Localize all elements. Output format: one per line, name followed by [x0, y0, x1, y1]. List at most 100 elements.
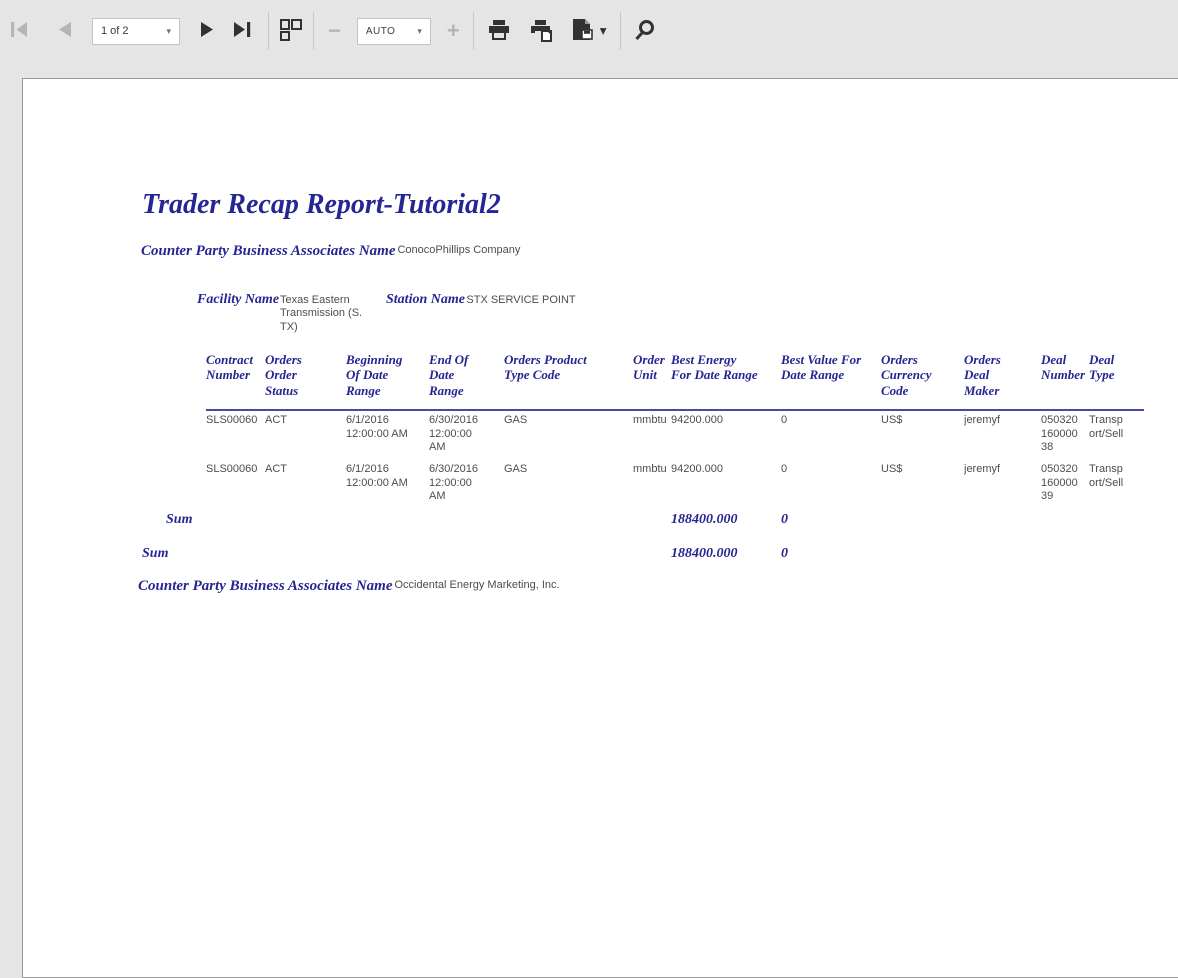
counter-party-label: Counter Party Business Associates Name [141, 243, 395, 259]
counter-party-label: Counter Party Business Associates Name [138, 578, 392, 594]
report-sum-best-value: 0 [781, 540, 881, 574]
table-cell: SLS00060 [206, 460, 265, 506]
toolbar-separator [268, 12, 269, 50]
chevron-down-icon: ▾ [166, 26, 171, 37]
multi-page-view-icon [279, 18, 303, 45]
row-indent-spacer [142, 460, 166, 506]
zoom-level-value: AUTO [366, 26, 396, 37]
station-name-value: STX SERVICE POINT [465, 294, 577, 307]
column-header: Orders Deal Maker [964, 351, 1041, 410]
table-cell: US$ [881, 410, 964, 460]
first-page-icon [10, 21, 29, 41]
previous-page-button[interactable] [57, 21, 72, 41]
table-row: SLS00060ACT6/1/2016 12:00:00 AM6/30/2016… [142, 460, 1144, 506]
page-number-select[interactable]: 1 of 2 ▾ [92, 18, 180, 45]
group-indent-spacer [166, 351, 206, 410]
column-header: Best Value For Date Range [781, 351, 881, 410]
table-cell: 6/1/2016 12:00:00 AM [346, 460, 429, 506]
column-header: Best Energy For Date Range [671, 351, 781, 410]
report-sum-label: Sum [142, 540, 671, 574]
printer-icon [487, 18, 511, 45]
table-cell: US$ [881, 460, 964, 506]
facility-name-value: Texas Eastern Transmission (S. TX) [280, 294, 376, 334]
station-name-label: Station Name [386, 292, 465, 308]
table-cell: 94200.000 [671, 460, 781, 506]
group-sum-best-value: 0 [781, 506, 881, 540]
row-indent-spacer [166, 460, 206, 506]
column-header: End Of Date Range [429, 351, 504, 410]
last-page-icon [233, 21, 252, 41]
table-body: SLS00060ACT6/1/2016 12:00:00 AM6/30/2016… [142, 410, 1144, 506]
minus-icon: − [328, 20, 341, 42]
facility-name-label: Facility Name [197, 292, 279, 308]
table-cell: 05032016000038 [1041, 410, 1089, 460]
last-page-button[interactable] [233, 21, 252, 41]
page-number-value: 1 of 2 [101, 25, 129, 37]
column-header: Orders Order Status [265, 351, 346, 410]
first-page-button[interactable] [10, 21, 29, 41]
print-layout-button[interactable] [529, 18, 555, 45]
table-row: SLS00060ACT6/1/2016 12:00:00 AM6/30/2016… [142, 410, 1144, 460]
table-cell: 0 [781, 410, 881, 460]
orders-table-wrapper: Contract NumberOrders Order StatusBeginn… [142, 351, 1144, 574]
table-cell: jeremyf [964, 460, 1041, 506]
table-cell: 6/30/2016 12:00:00 AM [429, 410, 504, 460]
orders-table: Contract NumberOrders Order StatusBeginn… [142, 351, 1144, 574]
plus-icon: + [447, 20, 460, 42]
toolbar-separator [620, 12, 621, 50]
column-header: Deal Type [1089, 351, 1144, 410]
toolbar-separator [473, 12, 474, 50]
page-layout-button[interactable] [279, 18, 303, 45]
table-cell: jeremyf [964, 410, 1041, 460]
chevron-down-icon: ▾ [600, 23, 607, 39]
column-header: Contract Number [206, 351, 265, 410]
table-cell: 6/1/2016 12:00:00 AM [346, 410, 429, 460]
sum-indent-spacer [142, 351, 166, 410]
chevron-down-icon: ▾ [417, 26, 422, 37]
row-indent-spacer [166, 410, 206, 460]
report-title: Trader Recap Report-Tutorial2 [142, 189, 501, 221]
group-sum-label: Sum [166, 506, 671, 540]
counter-party-value: Occidental Energy Marketing, Inc. [394, 579, 559, 591]
report-sum-row: Sum 188400.000 0 [142, 540, 1144, 574]
print-button[interactable] [487, 18, 511, 45]
table-cell: Transport/Sell [1089, 410, 1144, 460]
counter-party-section-1: Counter Party Business Associates NameCo… [141, 242, 520, 260]
table-cell: 6/30/2016 12:00:00 AM [429, 460, 504, 506]
search-button[interactable] [634, 19, 656, 44]
column-header: Beginning Of Date Range [346, 351, 429, 410]
row-indent-spacer [142, 410, 166, 460]
group-sum-best-energy: 188400.000 [671, 506, 781, 540]
table-cell: 05032016000039 [1041, 460, 1089, 506]
table-cell: ACT [265, 460, 346, 506]
report-page: Trader Recap Report-Tutorial2 Counter Pa… [22, 78, 1178, 978]
zoom-in-button[interactable]: + [447, 20, 460, 42]
counter-party-section-2: Counter Party Business Associates NameOc… [138, 577, 560, 595]
table-cell: 0 [781, 460, 881, 506]
table-cell: GAS [504, 410, 633, 460]
table-cell: ACT [265, 410, 346, 460]
next-page-icon [200, 21, 215, 41]
next-page-button[interactable] [200, 21, 215, 41]
table-cell: SLS00060 [206, 410, 265, 460]
toolbar-separator [313, 12, 314, 50]
zoom-out-button[interactable]: − [328, 20, 341, 42]
report-viewer-toolbar: 1 of 2 ▾ − AUTO ▾ + ▾ [0, 0, 1178, 62]
print-layout-icon [529, 18, 555, 45]
previous-page-icon [57, 21, 72, 41]
table-header-row: Contract NumberOrders Order StatusBeginn… [142, 351, 1144, 410]
zoom-level-select[interactable]: AUTO ▾ [357, 18, 431, 45]
column-header: Orders Currency Code [881, 351, 964, 410]
table-cell: 94200.000 [671, 410, 781, 460]
column-header: Order Unit [633, 351, 671, 410]
report-sum-best-energy: 188400.000 [671, 540, 781, 574]
column-header: Orders Product Type Code [504, 351, 633, 410]
group-sum-row: Sum 188400.000 0 [142, 506, 1144, 540]
table-cell: mmbtu [633, 460, 671, 506]
export-save-icon [571, 17, 597, 45]
table-cell: GAS [504, 460, 633, 506]
export-button[interactable]: ▾ [571, 17, 607, 45]
column-header: Deal Number [1041, 351, 1089, 410]
search-icon [634, 19, 656, 44]
counter-party-value: ConocoPhillips Company [397, 244, 520, 256]
